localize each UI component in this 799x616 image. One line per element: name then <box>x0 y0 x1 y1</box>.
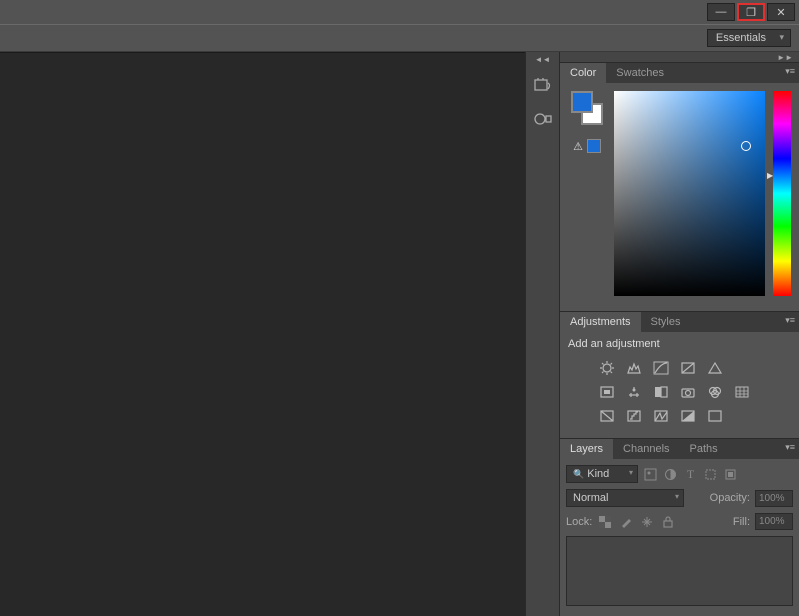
foreground-color-swatch[interactable] <box>571 91 593 113</box>
add-adjustment-label: Add an adjustment <box>568 338 791 350</box>
tab-layers[interactable]: Layers <box>560 439 613 459</box>
blend-mode-dropdown[interactable]: Normal <box>566 489 684 507</box>
minimize-button[interactable]: — <box>707 3 735 21</box>
dock-collapse-toggle[interactable]: ◄◄ <box>526 54 559 64</box>
tab-color[interactable]: Color <box>560 63 606 83</box>
panels-column: ►► Color Swatches ▾≡ ⚠ <box>559 52 799 616</box>
lock-pixels-icon[interactable] <box>618 514 633 529</box>
color-field[interactable] <box>614 91 765 296</box>
adjustments-panel-group: Adjustments Styles ▾≡ Add an adjustment <box>560 311 799 438</box>
color-panel-group: Color Swatches ▾≡ ⚠ <box>560 62 799 311</box>
lock-label: Lock: <box>566 516 592 528</box>
tab-channels[interactable]: Channels <box>613 439 679 459</box>
foreground-background-swatches <box>571 91 603 125</box>
threshold-icon[interactable] <box>652 408 670 424</box>
brightness-contrast-icon[interactable] <box>598 360 616 376</box>
gradient-map-icon[interactable] <box>679 408 697 424</box>
gamut-closest-swatch[interactable] <box>587 139 601 153</box>
filter-adjustment-icon[interactable] <box>663 467 678 482</box>
lock-transparency-icon[interactable] <box>597 514 612 529</box>
layers-list[interactable] <box>566 536 793 606</box>
fill-input[interactable] <box>755 513 793 530</box>
filter-shape-icon[interactable] <box>703 467 718 482</box>
workspace-selector[interactable]: Essentials <box>707 29 791 47</box>
exposure-icon[interactable] <box>679 360 697 376</box>
color-panel-menu-icon[interactable]: ▾≡ <box>785 66 795 77</box>
history-panel-icon[interactable] <box>529 72 557 98</box>
restore-button[interactable]: ❐ <box>737 3 765 21</box>
collapsed-dock: ◄◄ <box>525 52 559 616</box>
color-balance-icon[interactable] <box>625 384 643 400</box>
black-white-icon[interactable] <box>652 384 670 400</box>
filter-pixel-icon[interactable] <box>643 467 658 482</box>
invert-icon[interactable] <box>598 408 616 424</box>
adjustments-panel-menu-icon[interactable]: ▾≡ <box>785 315 795 326</box>
hue-slider[interactable]: ▶ <box>773 91 791 296</box>
layers-panel-group: Layers Channels Paths ▾≡ 🔍 Kind T Normal… <box>560 438 799 616</box>
tab-adjustments[interactable]: Adjustments <box>560 312 641 332</box>
filter-smart-icon[interactable] <box>723 467 738 482</box>
color-field-cursor <box>741 141 751 151</box>
opacity-input[interactable] <box>755 490 793 507</box>
gamut-warning-icon: ⚠ <box>573 140 583 153</box>
lock-all-icon[interactable] <box>660 514 675 529</box>
close-button[interactable]: ✕ <box>767 3 795 21</box>
opacity-label: Opacity: <box>710 492 750 504</box>
hue-saturation-icon[interactable] <box>598 384 616 400</box>
photo-filter-icon[interactable] <box>679 384 697 400</box>
channel-mixer-icon[interactable] <box>706 384 724 400</box>
curves-icon[interactable] <box>652 360 670 376</box>
tab-styles[interactable]: Styles <box>641 312 691 332</box>
hue-slider-pointer: ▶ <box>767 171 773 180</box>
layers-panel-menu-icon[interactable]: ▾≡ <box>785 442 795 453</box>
properties-panel-icon[interactable] <box>529 106 557 132</box>
tab-paths[interactable]: Paths <box>680 439 728 459</box>
filter-type-icon[interactable]: T <box>683 467 698 482</box>
canvas-area <box>0 52 525 616</box>
posterize-icon[interactable] <box>625 408 643 424</box>
layer-filter-kind-dropdown[interactable]: 🔍 Kind <box>566 465 638 483</box>
fill-label: Fill: <box>733 516 750 528</box>
options-bar: Essentials <box>0 24 799 52</box>
color-lookup-icon[interactable] <box>733 384 751 400</box>
vibrance-icon[interactable] <box>706 360 724 376</box>
tab-swatches[interactable]: Swatches <box>606 63 674 83</box>
levels-icon[interactable] <box>625 360 643 376</box>
panels-collapse-toggle[interactable]: ►► <box>777 53 793 62</box>
selective-color-icon[interactable] <box>706 408 724 424</box>
window-titlebar: — ❐ ✕ <box>0 0 799 24</box>
lock-position-icon[interactable] <box>639 514 654 529</box>
